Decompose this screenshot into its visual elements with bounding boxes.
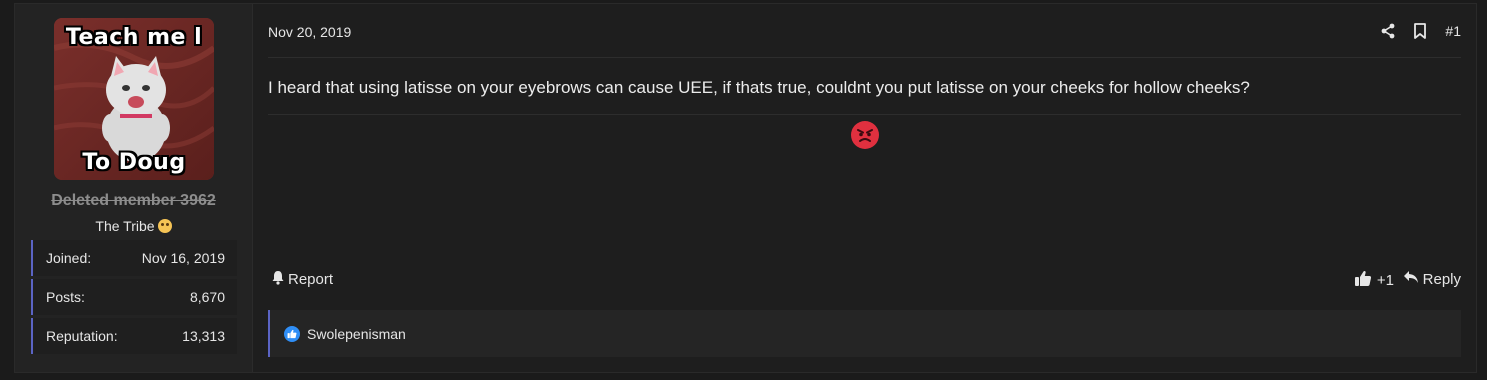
post-date[interactable]: Nov 20, 2019 bbox=[268, 24, 351, 40]
user-title-text: The Tribe bbox=[95, 218, 155, 234]
report-button[interactable]: Report bbox=[271, 270, 333, 289]
username[interactable]: Deleted member 3962 bbox=[15, 192, 252, 210]
post-main: Nov 20, 2019 #1 I heard that using latis… bbox=[253, 4, 1476, 372]
report-label: Report bbox=[288, 271, 334, 288]
stat-label: Reputation: bbox=[46, 328, 118, 344]
divider bbox=[268, 114, 1461, 115]
stat-label: Joined: bbox=[46, 250, 92, 266]
bell-icon bbox=[271, 270, 285, 289]
stat-value: 8,670 bbox=[189, 289, 225, 305]
like-count: +1 bbox=[1376, 272, 1394, 289]
avatar-caption-bottom: To Doug bbox=[82, 150, 186, 175]
stat-value: 13,313 bbox=[182, 328, 225, 344]
reactions-bar[interactable]: Swolepenisman bbox=[268, 310, 1461, 357]
flushed-face-emoji-icon bbox=[157, 219, 172, 233]
user-panel: Teach me l To Doug Deleted member 3962 T… bbox=[15, 4, 253, 372]
divider bbox=[268, 57, 1461, 58]
stat-joined: Joined: Nov 16, 2019 bbox=[31, 240, 237, 276]
post-container: Teach me l To Doug Deleted member 3962 T… bbox=[14, 3, 1477, 373]
post-message: I heard that using latisse on your eyebr… bbox=[268, 78, 1250, 97]
share-icon[interactable] bbox=[1379, 22, 1397, 40]
post-number-link[interactable]: #1 bbox=[1445, 23, 1461, 39]
reactions-user[interactable]: Swolepenisman bbox=[307, 326, 406, 342]
post-top-actions: #1 bbox=[1365, 22, 1461, 40]
like-reaction-icon bbox=[284, 325, 300, 342]
stat-label: Posts: bbox=[46, 289, 85, 305]
bookmark-icon[interactable] bbox=[1411, 22, 1429, 40]
angry-face-emoji-icon bbox=[850, 120, 880, 150]
stat-reputation: Reputation: 13,313 bbox=[31, 318, 237, 354]
like-button[interactable]: +1 bbox=[1354, 270, 1394, 291]
avatar[interactable]: Teach me l To Doug bbox=[54, 18, 214, 180]
thumbs-up-icon bbox=[1354, 270, 1372, 291]
reply-icon bbox=[1403, 270, 1419, 288]
stat-posts: Posts: 8,670 bbox=[31, 279, 237, 315]
reply-label: Reply bbox=[1422, 270, 1461, 288]
stat-value: Nov 16, 2019 bbox=[141, 250, 225, 266]
reply-button[interactable]: Reply bbox=[1403, 270, 1461, 288]
user-title: The Tribe bbox=[15, 218, 252, 234]
avatar-caption-top: Teach me l bbox=[65, 25, 203, 50]
